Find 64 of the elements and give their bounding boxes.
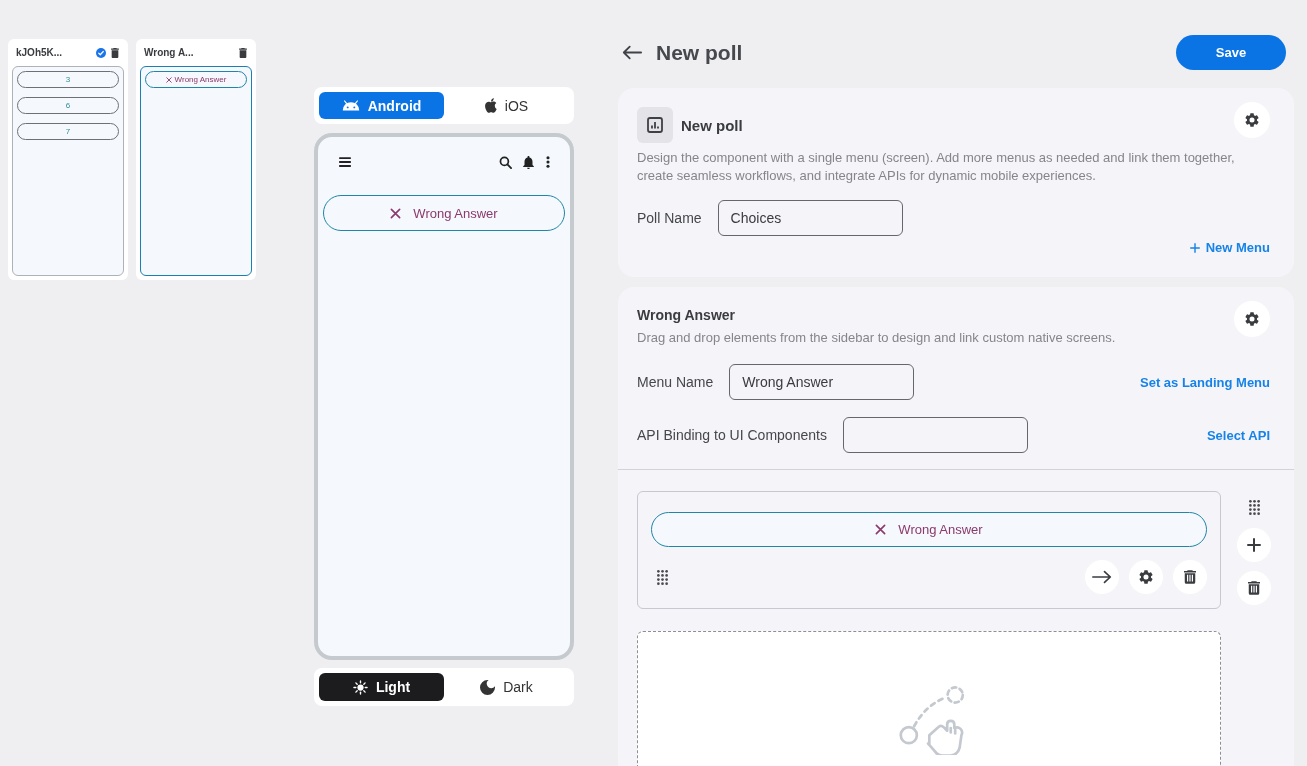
menu-icon[interactable] [339, 157, 351, 167]
save-button[interactable]: Save [1176, 35, 1286, 70]
api-binding-label: API Binding to UI Components [637, 427, 827, 443]
trash-icon[interactable] [239, 47, 247, 58]
menu-title: Wrong A... [144, 47, 195, 58]
back-arrow-icon[interactable] [622, 45, 642, 60]
menu-thumbnail[interactable]: Wrong A... Wrong Answer [136, 39, 256, 280]
drag-drop-illustration [899, 685, 965, 755]
trash-icon[interactable] [111, 47, 119, 58]
settings-icon [1245, 312, 1259, 326]
menu-name-input[interactable]: Wrong Answer [729, 364, 915, 400]
delete-button[interactable] [1173, 560, 1207, 594]
settings-button[interactable] [1234, 102, 1270, 138]
delete-button[interactable] [1237, 571, 1271, 605]
cross-icon [390, 207, 402, 219]
select-api-link[interactable]: Select API [1206, 427, 1270, 443]
tab[interactable]: Light [319, 673, 444, 701]
plus-icon [1247, 538, 1261, 552]
answer-label: Wrong Answer [898, 522, 983, 537]
settings-icon [1245, 113, 1259, 127]
plus-icon [1189, 242, 1200, 253]
menu-title: kJOh5K... [16, 47, 64, 58]
android-icon [341, 100, 360, 111]
settings-icon [1139, 570, 1153, 584]
card-description: Drag and drop elements from the sidebar to design and link custom native screens. [637, 329, 1117, 347]
more-icon[interactable] [546, 156, 550, 168]
answer-label: Wrong Answer [413, 205, 498, 221]
card-description: Design the component with a single menu (screen). Add more menus as needed and link them together, create seamless workflows, and integrate APIs for dynamic mobile experiences. [637, 149, 1236, 185]
bell-icon[interactable] [523, 155, 534, 169]
poll-name-input[interactable]: Choices [717, 200, 903, 236]
settings-button[interactable] [1129, 560, 1163, 594]
tab[interactable]: Dark [444, 673, 569, 701]
link-button[interactable] [1085, 560, 1119, 594]
search-icon[interactable] [499, 155, 512, 169]
cross-icon [165, 76, 172, 83]
sun-icon [352, 679, 368, 695]
menu-thumbnail[interactable]: kJOh5K... 3 6 7 [8, 39, 128, 280]
apple-icon [484, 98, 497, 113]
answer-label: Wrong Answer [174, 75, 227, 84]
answer-label: 3 [65, 75, 71, 84]
trash-icon [1184, 570, 1196, 584]
poll-name-label: Poll Name [637, 210, 702, 226]
answer-option[interactable]: Wrong Answer [651, 512, 1207, 547]
grip-dots-icon[interactable] [657, 569, 668, 585]
grip-dots-icon[interactable] [1248, 500, 1260, 515]
card-title: New poll [681, 116, 743, 134]
api-binding-input[interactable] [842, 417, 1028, 453]
answer-label: 7 [65, 127, 71, 136]
add-button[interactable] [1237, 528, 1271, 562]
settings-button[interactable] [1234, 301, 1270, 337]
moon-icon [480, 679, 496, 695]
answer-option[interactable]: Wrong Answer [323, 195, 565, 231]
chart-icon [637, 107, 673, 143]
menu-name-label: Menu Name [637, 374, 714, 390]
page-title: New poll [656, 40, 743, 65]
answer-label: 6 [65, 101, 71, 110]
arrow-right-icon [1092, 570, 1112, 584]
trash-icon [1248, 581, 1260, 595]
new-menu-link[interactable]: New Menu [1189, 240, 1270, 255]
tab[interactable]: iOS [444, 92, 569, 119]
set-landing-link[interactable]: Set as Landing Menu [1140, 374, 1270, 390]
card-title: Wrong Answer [637, 307, 735, 323]
tab[interactable]: Android [319, 92, 444, 119]
cross-icon [875, 524, 887, 535]
